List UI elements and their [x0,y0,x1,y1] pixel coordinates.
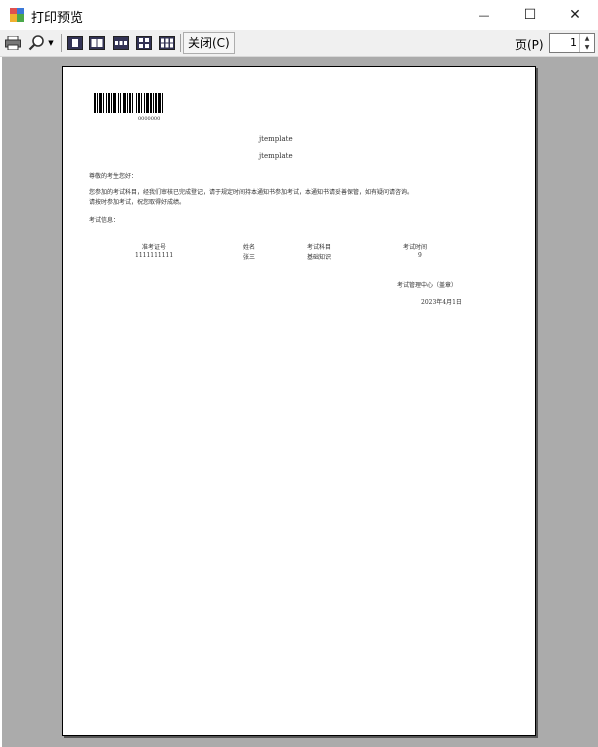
maximize-button[interactable]: ☐ [507,0,553,30]
barcode-bar [153,93,154,113]
one-page-icon [67,36,83,50]
document-title: jtemplate [259,135,293,143]
barcode-bar [129,93,131,113]
two-pages-icon [89,36,105,50]
minimize-icon: — [478,8,490,22]
barcode-bar [144,93,145,113]
title-bar: 打印预览 — ☐ ✕ [0,0,598,30]
body-line-1: 您参加的考试科目，经我们审核已完成登记，请于规定时间持本通知书参加考试，本通知书… [89,189,414,196]
barcode-bar [136,93,137,113]
page-label: 页(P) [515,38,544,52]
close-window-button[interactable]: ✕ [552,0,598,30]
close-icon: ✕ [569,7,581,23]
barcode-bar [162,93,163,113]
table-cell-subject: 基础知识 [307,254,332,261]
table-header-time: 考试时间 [403,244,428,251]
greeting-line: 尊敬的考生您好： [89,173,138,180]
page-number-stepper[interactable]: 1 ▲ ▼ [549,33,595,53]
table-header-exam-id: 准考证号 [142,244,167,251]
six-pages-button[interactable] [157,33,177,53]
barcode-image [94,93,163,113]
body-line-2: 请按时参加考试，祝您取得好成绩。 [89,199,186,206]
zoom-dropdown-button[interactable]: ▼ [25,33,57,53]
print-preview-app-icon [10,8,24,22]
signature-line: 考试管理中心（盖章） [397,282,458,289]
barcode-number: 0000000 [138,116,161,122]
barcode-bar [138,93,140,113]
spin-down-icon[interactable]: ▼ [580,43,594,52]
info-intro: 考试信息： [89,217,120,224]
barcode-bar [146,93,149,113]
barcode-bar [103,93,104,113]
window-title: 打印预览 [31,11,84,26]
toolbar-separator [61,34,62,52]
barcode-bar [118,93,119,113]
print-icon [5,36,21,50]
zoom-icon [29,35,45,51]
document-subtitle: jtemplate [259,152,293,160]
four-pages-button[interactable] [134,33,154,53]
print-button[interactable] [3,33,23,53]
close-preview-button[interactable]: 关闭(C) [183,32,235,54]
table-cell-time: 9 [418,252,422,259]
table-cell-exam-id: 1111111111 [135,252,174,259]
barcode-bar [120,93,121,113]
table-header-subject: 考试科目 [307,244,332,251]
barcode-bar [158,93,161,113]
minimize-button[interactable]: — [461,0,507,30]
barcode-bar [155,93,157,113]
toolbar-separator [180,34,181,52]
barcode-bar [106,93,107,113]
barcode-bar [108,93,110,113]
barcode-bar [99,93,102,113]
barcode-bar [127,93,128,113]
barcode-bar [94,93,96,113]
three-pages-icon [113,36,129,50]
preview-page: 0000000 jtemplate jtemplate 尊敬的考生您好： 您参加… [62,66,536,736]
barcode-bar [113,93,116,113]
barcode-bar [97,93,98,113]
date-line: 2023年4月1日 [421,299,462,306]
table-header-name: 姓名 [243,244,256,251]
table-cell-name: 张三 [243,254,256,261]
barcode-bar [123,93,126,113]
page-number-value: 1 [570,36,577,49]
maximize-icon: ☐ [523,7,537,23]
spin-up-icon[interactable]: ▲ [580,34,594,43]
chevron-down-icon: ▼ [48,39,54,47]
page-spinner[interactable]: ▲ ▼ [579,34,594,52]
barcode-bar [132,93,133,113]
barcode-bar [141,93,142,113]
preview-toolbar: ▼ 关闭(C) 页(P) 1 ▲ ▼ [0,30,598,57]
six-pages-icon [159,36,175,50]
two-pages-button[interactable] [87,33,107,53]
four-pages-icon [136,36,152,50]
one-page-button[interactable] [65,33,85,53]
barcode-bar [111,93,112,113]
barcode-bar [150,93,152,113]
three-pages-button[interactable] [111,33,131,53]
